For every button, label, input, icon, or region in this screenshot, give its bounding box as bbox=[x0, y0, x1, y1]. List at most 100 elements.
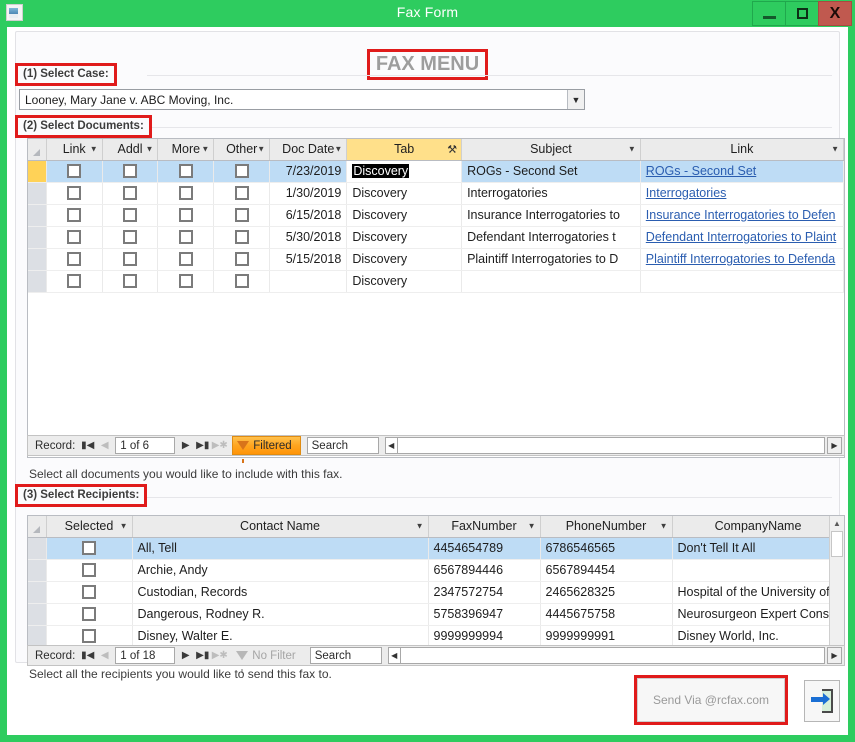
fax-number-cell[interactable]: 6567894446 bbox=[428, 559, 541, 582]
documents-column-header-link-7[interactable]: Link ▼ bbox=[640, 139, 844, 161]
tab-cell[interactable]: Discovery bbox=[346, 182, 463, 205]
addl-checkbox[interactable] bbox=[123, 274, 138, 289]
company-name-cell[interactable]: Hospital of the University of bbox=[672, 581, 844, 604]
documents-column-header-subject-6[interactable]: Subject ▼ bbox=[461, 139, 641, 161]
row-selector[interactable] bbox=[28, 603, 47, 626]
list-item[interactable]: Disney, Walter E. 9999999994 9999999991 Dis… bbox=[28, 625, 844, 648]
doc-date-cell[interactable]: 6/15/2018 bbox=[269, 204, 348, 227]
selected-checkbox-cell[interactable] bbox=[46, 559, 133, 582]
link-checkbox[interactable] bbox=[67, 252, 82, 267]
list-item[interactable]: Custodian, Records 2347572754 2465628325 Ho… bbox=[28, 581, 844, 604]
documents-search-input[interactable]: Search bbox=[306, 437, 379, 454]
minimize-button[interactable] bbox=[752, 1, 786, 26]
recipients-previous-record-icon[interactable]: ◀ bbox=[96, 650, 113, 661]
phone-number-cell[interactable]: 2465628325 bbox=[540, 581, 673, 604]
doc-date-cell[interactable]: 1/30/2019 bbox=[269, 182, 348, 205]
checkbox-link[interactable] bbox=[46, 270, 103, 293]
link-cell[interactable]: Plaintiff Interrogatories to Defenda bbox=[640, 248, 844, 271]
table-row[interactable]: 1/30/2019 Discovery Interrogatories Interro… bbox=[28, 182, 844, 205]
documents-column-header-more-2[interactable]: More ▼ bbox=[157, 139, 215, 161]
table-row[interactable]: 7/23/2019 Discovery ROGs - Second Set ROGs … bbox=[28, 159, 844, 183]
case-select-combo[interactable]: Looney, Mary Jane v. ABC Moving, Inc. ▼ bbox=[19, 89, 585, 110]
checkbox-other[interactable] bbox=[213, 248, 271, 271]
company-name-cell[interactable]: Disney World, Inc. bbox=[672, 625, 844, 648]
documents-new-record-icon[interactable]: ▶✱ bbox=[211, 440, 228, 451]
documents-column-header-tab-5[interactable]: Tab ⚒ bbox=[346, 139, 463, 161]
list-item[interactable]: All, Tell 4454654789 6786546565 Don't Tell … bbox=[28, 537, 844, 560]
phone-number-cell[interactable]: 6567894454 bbox=[540, 559, 673, 582]
recipients-row-selector-header[interactable] bbox=[28, 516, 47, 538]
row-selector[interactable] bbox=[28, 537, 47, 560]
documents-record-position[interactable]: 1 of 6 bbox=[115, 437, 176, 454]
checkbox-addl[interactable] bbox=[102, 182, 159, 205]
send-via-rcfax-button[interactable]: Send Via @rcfax.com bbox=[637, 678, 785, 722]
more-checkbox[interactable] bbox=[178, 186, 193, 201]
recipients-new-record-icon[interactable]: ▶✱ bbox=[211, 650, 228, 661]
subject-cell[interactable]: Plaintiff Interrogatories to D bbox=[461, 248, 641, 271]
recipients-hscroll-left-icon[interactable]: ◀ bbox=[387, 647, 401, 664]
table-row[interactable]: 5/15/2018 Discovery Plaintiff Interrogator… bbox=[28, 248, 844, 271]
more-checkbox[interactable] bbox=[178, 274, 193, 289]
column-dropdown-icon[interactable]: ▼ bbox=[660, 522, 668, 531]
recipients-filter-toggle[interactable]: No Filter bbox=[232, 646, 303, 673]
checkbox-link[interactable] bbox=[46, 204, 103, 227]
document-link[interactable]: Insurance Interrogatories to Defen bbox=[646, 208, 836, 222]
list-item[interactable]: Dangerous, Rodney R. 5758396947 4445675758… bbox=[28, 603, 844, 626]
checkbox-other[interactable] bbox=[213, 160, 271, 183]
checkbox-link[interactable] bbox=[46, 226, 103, 249]
recipients-nav-bar[interactable]: Record: ▮◀ ◀ 1 of 18 ▶ ▶▮ ▶✱ No Filter S… bbox=[27, 645, 845, 673]
contact-name-cell[interactable]: All, Tell bbox=[132, 537, 429, 560]
documents-column-header-other-3[interactable]: Other ▼ bbox=[213, 139, 271, 161]
other-checkbox[interactable] bbox=[234, 274, 249, 289]
link-checkbox[interactable] bbox=[67, 230, 82, 245]
column-dropdown-icon[interactable]: ▼ bbox=[201, 145, 209, 154]
documents-last-record-icon[interactable]: ▶▮ bbox=[194, 440, 211, 451]
document-link[interactable]: Plaintiff Interrogatories to Defenda bbox=[646, 252, 835, 266]
more-checkbox[interactable] bbox=[178, 230, 193, 245]
checkbox-more[interactable] bbox=[157, 270, 215, 293]
checkbox-more[interactable] bbox=[157, 160, 215, 183]
scroll-thumb[interactable] bbox=[831, 531, 843, 557]
row-selector[interactable] bbox=[28, 581, 47, 604]
recipients-datasheet[interactable]: Selected ▼ Contact Name ▼ FaxNumber ▼ PhoneNum… bbox=[27, 515, 845, 659]
document-link[interactable]: Interrogatories bbox=[646, 186, 727, 200]
selected-checkbox[interactable] bbox=[82, 607, 96, 622]
documents-nav-bar[interactable]: Record: ▮◀ ◀ 1 of 6 ▶ ▶▮ ▶✱ Filtered Sea… bbox=[27, 435, 845, 463]
recipients-search-input[interactable]: Search bbox=[309, 647, 382, 664]
sort-filter-icon[interactable]: ⚒ bbox=[447, 143, 457, 156]
recipients-vertical-scrollbar[interactable]: ▲ ▼ bbox=[829, 516, 844, 658]
link-cell[interactable]: Defendant Interrogatories to Plaint bbox=[640, 226, 844, 249]
documents-column-header-doc-date-4[interactable]: Doc Date ▼ bbox=[269, 139, 348, 161]
document-link[interactable]: Defendant Interrogatories to Plaint bbox=[646, 230, 836, 244]
checkbox-link[interactable] bbox=[46, 182, 103, 205]
fax-number-cell[interactable]: 9999999994 bbox=[428, 625, 541, 648]
documents-next-record-icon[interactable]: ▶ bbox=[177, 440, 194, 451]
row-selector[interactable] bbox=[28, 160, 47, 183]
doc-date-cell[interactable] bbox=[269, 270, 348, 293]
table-row[interactable]: 6/15/2018 Discovery Insurance Interrogator… bbox=[28, 204, 844, 227]
selected-checkbox-cell[interactable] bbox=[46, 581, 133, 604]
company-name-cell[interactable] bbox=[672, 559, 844, 582]
row-selector[interactable] bbox=[28, 248, 47, 271]
fax-number-cell[interactable]: 2347572754 bbox=[428, 581, 541, 604]
contact-name-cell[interactable]: Dangerous, Rodney R. bbox=[132, 603, 429, 626]
contact-name-cell[interactable]: Custodian, Records bbox=[132, 581, 429, 604]
recipients-hscroll-track[interactable] bbox=[400, 647, 825, 664]
recipients-first-record-icon[interactable]: ▮◀ bbox=[79, 650, 96, 661]
phone-number-cell[interactable]: 9999999991 bbox=[540, 625, 673, 648]
column-dropdown-icon[interactable]: ▼ bbox=[831, 145, 839, 154]
subject-cell[interactable]: Interrogatories bbox=[461, 182, 641, 205]
selected-checkbox[interactable] bbox=[82, 563, 96, 578]
selected-checkbox-cell[interactable] bbox=[46, 603, 133, 626]
table-row[interactable]: Discovery bbox=[28, 270, 844, 293]
company-name-cell[interactable]: Neurosurgeon Expert Consu bbox=[672, 603, 844, 626]
documents-hscroll-left-icon[interactable]: ◀ bbox=[384, 437, 398, 454]
column-dropdown-icon[interactable]: ▼ bbox=[416, 522, 424, 531]
checkbox-addl[interactable] bbox=[102, 270, 159, 293]
company-name-cell[interactable]: Don't Tell It All bbox=[672, 537, 844, 560]
documents-datasheet[interactable]: Link ▼ Addl ▼ More ▼ Other ▼ Doc Date ▼ Tab ⚒ Subjec… bbox=[27, 138, 845, 458]
checkbox-more[interactable] bbox=[157, 182, 215, 205]
subject-cell[interactable]: Insurance Interrogatories to bbox=[461, 204, 641, 227]
link-cell[interactable] bbox=[640, 270, 844, 293]
checkbox-addl[interactable] bbox=[102, 204, 159, 227]
